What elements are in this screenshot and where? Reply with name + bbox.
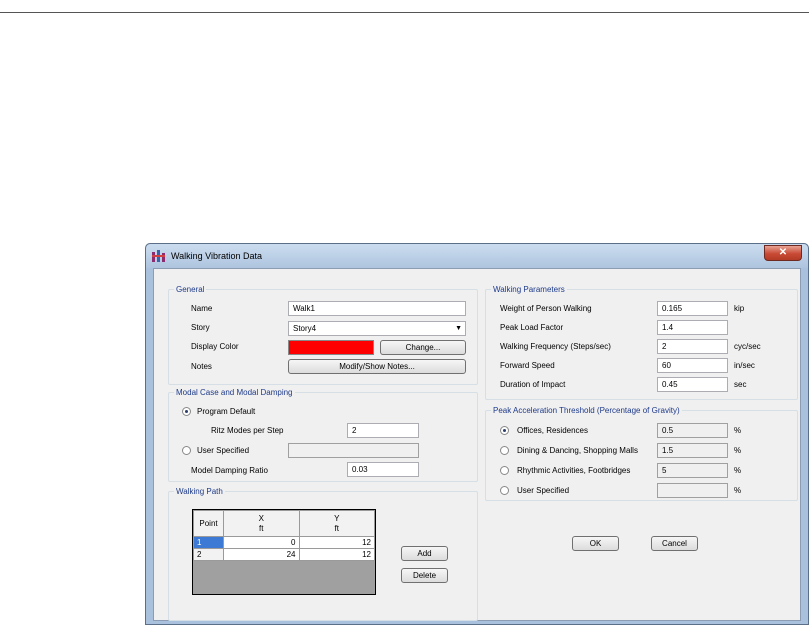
weight-unit: kip [734,304,745,313]
ritz-label: Ritz Modes per Step [211,426,284,435]
threshold-title: Peak Acceleration Threshold (Percentage … [491,405,682,416]
table-row[interactable]: 1 0 12 [193,536,375,549]
general-group: General Name Walk1 Story Story4 ▼ Displa… [168,284,478,385]
close-icon: ✕ [778,247,788,258]
duration-label: Duration of Impact [500,380,566,389]
damping-input[interactable]: 0.03 [347,462,419,477]
ok-button[interactable]: OK [572,536,619,551]
offices-value[interactable]: 0.5 [657,423,728,438]
modify-notes-button[interactable]: Modify/Show Notes... [288,359,466,374]
offices-unit: % [734,426,742,435]
dining-unit: % [734,446,742,455]
title-bar[interactable]: Walking Vibration Data ✕ [146,244,808,268]
story-value: Story4 [293,324,317,333]
rhythmic-unit: % [734,466,742,475]
window-title: Walking Vibration Data [171,251,263,261]
grid-header-x: Xft [223,510,300,537]
rhythmic-radio[interactable] [500,466,509,475]
duration-unit: sec [734,380,747,389]
modal-group: Modal Case and Modal Damping Program Def… [168,387,478,482]
peak-label: Peak Load Factor [500,323,564,332]
add-point-button[interactable]: Add [401,546,448,561]
threshold-group: Peak Acceleration Threshold (Percentage … [485,405,798,501]
dialog-client: General Name Walk1 Story Story4 ▼ Displa… [153,268,801,621]
dining-radio[interactable] [500,446,509,455]
threshold-user-label: User Specified [517,486,570,495]
rhythmic-value[interactable]: 5 [657,463,728,478]
program-default-radio[interactable] [182,407,191,416]
walking-path-grid[interactable]: Point Xft Yft 1 0 12 2 24 12 [192,509,376,595]
grid-cell-point[interactable]: 1 [193,536,224,549]
speed-input[interactable]: 60 [657,358,728,373]
user-specified-input[interactable] [288,443,419,458]
general-title: General [174,284,207,295]
offices-radio[interactable] [500,426,509,435]
dining-label: Dining & Dancing, Shopping Malls [517,446,638,455]
modal-title: Modal Case and Modal Damping [174,387,295,398]
grid-cell-x[interactable]: 24 [223,548,300,561]
program-default-label: Program Default [197,407,256,416]
ritz-input[interactable]: 2 [347,423,419,438]
grid-header-y: Yft [298,510,375,537]
walking-params-title: Walking Parameters [491,284,567,295]
walking-path-title: Walking Path [174,486,225,497]
change-color-button[interactable]: Change... [380,340,466,355]
delete-point-button[interactable]: Delete [401,568,448,583]
speed-label: Forward Speed [500,361,555,370]
damping-label: Model Damping Ratio [191,466,268,475]
speed-unit: in/sec [734,361,755,370]
grid-cell-y[interactable]: 12 [298,536,375,549]
grid-cell-x[interactable]: 0 [223,536,300,549]
name-input[interactable]: Walk1 [288,301,466,316]
duration-input[interactable]: 0.45 [657,377,728,392]
close-button[interactable]: ✕ [764,245,802,261]
threshold-user-unit: % [734,486,742,495]
story-label: Story [191,323,210,332]
walking-vibration-dialog: Walking Vibration Data ✕ General Name Wa… [145,243,809,625]
threshold-user-radio[interactable] [500,486,509,495]
freq-label: Walking Frequency (Steps/sec) [500,342,611,351]
grid-cell-y[interactable]: 12 [298,548,375,561]
freq-input[interactable]: 2 [657,339,728,354]
walking-params-group: Walking Parameters Weight of Person Walk… [485,284,798,400]
cancel-button[interactable]: Cancel [651,536,698,551]
freq-unit: cyc/sec [734,342,761,351]
grid-cell-point[interactable]: 2 [193,548,224,561]
top-rule [0,12,809,13]
table-row[interactable]: 2 24 12 [193,548,375,561]
peak-input[interactable]: 1.4 [657,320,728,335]
grid-header-point: Point [193,510,224,537]
offices-label: Offices, Residences [517,426,588,435]
display-color-label: Display Color [191,342,239,351]
user-specified-radio[interactable] [182,446,191,455]
story-select[interactable]: Story4 ▼ [288,321,466,336]
name-label: Name [191,304,213,313]
display-color-swatch [288,340,374,355]
rhythmic-label: Rhythmic Activities, Footbridges [517,466,631,475]
dining-value[interactable]: 1.5 [657,443,728,458]
threshold-user-value[interactable] [657,483,728,498]
app-icon [152,250,165,262]
user-specified-label: User Specified [197,446,250,455]
weight-input[interactable]: 0.165 [657,301,728,316]
chevron-down-icon: ▼ [455,325,462,332]
weight-label: Weight of Person Walking [500,304,592,313]
notes-label: Notes [191,362,212,371]
